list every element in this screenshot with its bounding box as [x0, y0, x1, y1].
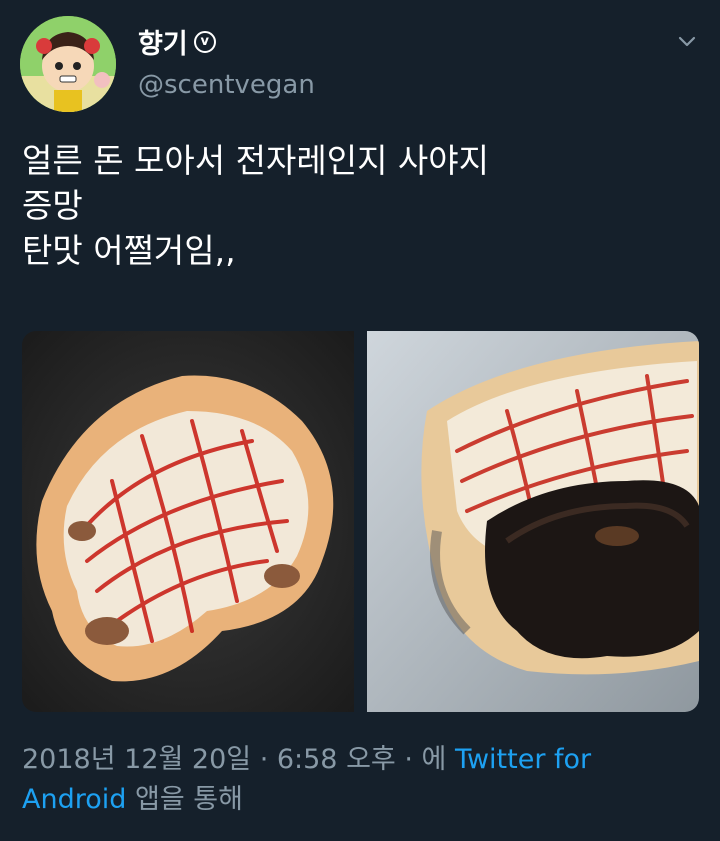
tweet-media — [22, 331, 699, 712]
tweet-text-line: 탄맛 어쩔거임,, — [22, 231, 236, 270]
verified-icon: v — [193, 30, 216, 53]
display-name-row[interactable]: 향기 v — [138, 22, 216, 61]
photo-burnt-pizza-bread[interactable] — [367, 331, 699, 712]
avatar-cartoon-icon — [20, 16, 116, 112]
source-suffix: 앱을 통해 — [126, 784, 243, 815]
tweet: 향기 v @scentvegan 얼른 돈 모아서 전자레인지 사야지 증망 탄… — [0, 0, 720, 841]
tweet-text: 얼른 돈 모아서 전자레인지 사야지 증망 탄맛 어쩔거임,, — [22, 138, 702, 273]
user-handle[interactable]: @scentvegan — [138, 70, 315, 100]
timestamp[interactable]: 2018년 12월 20일 · 6:58 오후 · 에 — [22, 744, 455, 775]
tweet-meta: 2018년 12월 20일 · 6:58 오후 · 에 Twitter for … — [22, 740, 702, 820]
avatar[interactable] — [20, 16, 116, 112]
display-name[interactable]: 향기 — [138, 22, 188, 61]
chevron-down-icon[interactable] — [676, 30, 698, 52]
tweet-text-line: 얼른 돈 모아서 전자레인지 사야지 — [22, 141, 489, 180]
photo-pizza-bread[interactable] — [22, 331, 354, 712]
tweet-text-line: 증망 — [22, 186, 83, 225]
